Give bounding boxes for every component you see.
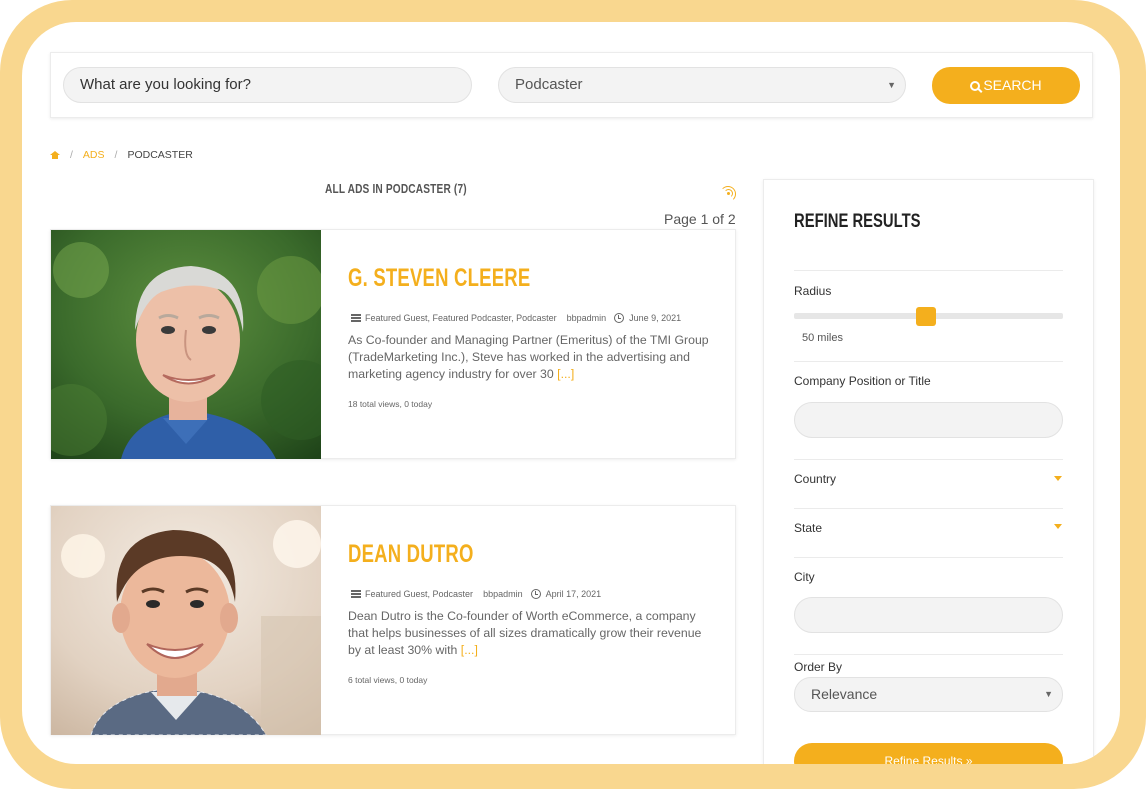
ad-views: 18 total views, 0 today (348, 399, 433, 409)
company-position-label: Company Position or Title (794, 374, 931, 388)
divider (794, 557, 1063, 558)
listing-title: ALL ADS IN PODCASTER (7) (325, 181, 467, 196)
order-by-label: Order By (794, 660, 843, 674)
read-more-link[interactable]: [...] (557, 367, 574, 381)
company-position-input[interactable] (794, 402, 1063, 438)
search-icon (970, 81, 981, 91)
breadcrumb-ads-link[interactable]: ADS (83, 149, 105, 161)
screen: What are you looking for? Podcaster ▼ SE… (22, 22, 1120, 764)
page-content: What are you looking for? Podcaster ▼ SE… (22, 22, 1120, 764)
list-icon (351, 589, 361, 598)
ad-meta: Featured Guest, Featured Podcaster, Podc… (351, 312, 681, 323)
search-button-label: SEARCH (983, 77, 1042, 93)
ad-card[interactable]: G. STEVEN CLEERE Featured Guest, Feature… (50, 229, 736, 459)
read-more-link[interactable]: [...] (461, 643, 478, 657)
ad-description: Dean Dutro is the Co-founder of Worth eC… (348, 608, 716, 659)
chevron-down-icon: ▼ (887, 80, 896, 90)
ad-date: April 17, 2021 (545, 588, 602, 599)
device-frame: What are you looking for? Podcaster ▼ SE… (0, 0, 1146, 789)
divider (794, 508, 1063, 509)
order-by-select[interactable]: Relevance ▼ (794, 677, 1063, 712)
divider (794, 361, 1063, 362)
ad-description-text: As Co-founder and Managing Partner (Emer… (348, 333, 709, 381)
ad-description: As Co-founder and Managing Partner (Emer… (348, 332, 716, 383)
chevron-down-icon: ▼ (1044, 689, 1053, 699)
radius-value: 50 miles (802, 332, 843, 344)
list-icon (351, 313, 361, 322)
divider (794, 459, 1063, 460)
ad-date: June 9, 2021 (629, 312, 682, 323)
ad-categories[interactable]: Featured Guest, Podcaster (365, 589, 473, 599)
ad-card[interactable]: DEAN DUTRO Featured Guest, Podcaster bbpa… (50, 505, 736, 735)
ad-title[interactable]: G. STEVEN CLEERE (348, 264, 530, 293)
ad-description-text: Dean Dutro is the Co-founder of Worth eC… (348, 609, 702, 657)
ad-views: 6 total views, 0 today (348, 675, 428, 685)
state-label[interactable]: State (794, 521, 822, 535)
ad-photo[interactable] (51, 230, 321, 459)
home-icon[interactable] (50, 150, 60, 160)
country-caret-icon[interactable] (1054, 476, 1062, 481)
radius-label: Radius (794, 284, 832, 298)
search-bar: What are you looking for? Podcaster ▼ SE… (50, 52, 1093, 118)
breadcrumb: / ADS / PODCASTER (50, 149, 193, 161)
city-label: City (794, 570, 815, 584)
refine-results-button[interactable]: Refine Results » (794, 743, 1063, 764)
ad-meta: Featured Guest, Podcaster bbpadmin April 1… (351, 588, 601, 599)
clock-icon (614, 312, 625, 323)
city-input[interactable] (794, 597, 1063, 633)
ad-author[interactable]: bbpadmin (483, 589, 523, 599)
state-caret-icon[interactable] (1054, 524, 1062, 529)
search-input[interactable]: What are you looking for? (63, 67, 472, 103)
rss-icon[interactable] (720, 186, 736, 202)
ad-photo[interactable] (51, 506, 321, 735)
ad-author[interactable]: bbpadmin (567, 313, 607, 323)
divider (794, 270, 1063, 271)
breadcrumb-separator: / (70, 149, 73, 162)
country-label[interactable]: Country (794, 472, 836, 486)
page-info: Page 1 of 2 (664, 211, 736, 227)
order-by-value: Relevance (811, 686, 878, 702)
ad-categories[interactable]: Featured Guest, Featured Podcaster, Podc… (365, 313, 557, 323)
category-select[interactable]: Podcaster ▼ (498, 67, 906, 103)
refine-sidebar: REFINE RESULTS Radius 50 miles Company P… (763, 179, 1094, 764)
radius-slider-handle[interactable] (915, 307, 936, 326)
ad-title[interactable]: DEAN DUTRO (348, 540, 474, 569)
breadcrumb-separator: / (114, 149, 118, 162)
divider (794, 654, 1063, 655)
clock-icon (530, 588, 541, 599)
refine-title: REFINE RESULTS (794, 211, 921, 232)
breadcrumb-current: PODCASTER (127, 149, 193, 162)
category-select-value: Podcaster (515, 76, 583, 93)
search-button[interactable]: SEARCH (932, 67, 1080, 104)
